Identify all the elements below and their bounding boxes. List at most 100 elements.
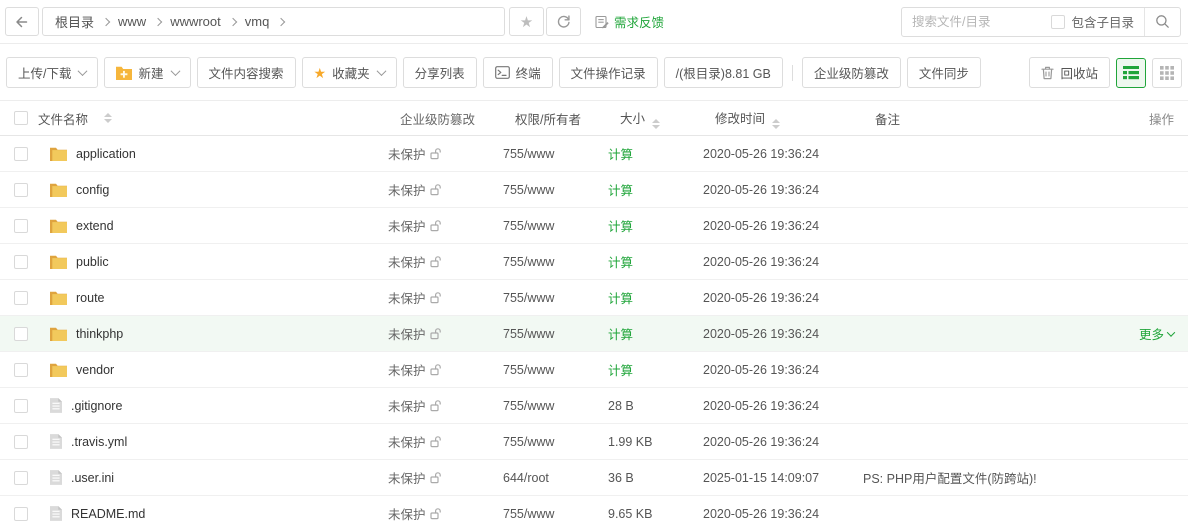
select-all-checkbox[interactable] <box>14 111 28 125</box>
tamper-status: 未保护 <box>388 508 426 522</box>
content-search-button[interactable]: 文件内容搜索 <box>196 57 296 88</box>
perm-owner: 755/www <box>503 146 555 161</box>
table-row[interactable]: public 未保护 755/www 计算 2020-05-26 19:36:2… <box>0 244 1188 280</box>
chevron-down-icon <box>376 66 387 77</box>
file-ops-log-button[interactable]: 文件操作记录 <box>558 57 658 88</box>
new-folder-icon <box>116 66 133 80</box>
file-name[interactable]: .user.ini <box>71 471 114 485</box>
row-checkbox[interactable] <box>14 362 28 377</box>
perm-owner: 755/www <box>503 218 555 233</box>
table-row[interactable]: .travis.yml 未保护 755/www 1.99 KB 2020-05-… <box>0 424 1188 460</box>
favorites-button[interactable]: ★ 收藏夹 <box>301 57 397 88</box>
header-tamper: 企业级防篡改 <box>400 112 476 127</box>
table-header-row: 文件名称 企业级防篡改 权限/所有者 大小 修改时间 备注 操作 <box>0 100 1188 136</box>
mtime-value: 2020-05-26 19:36:24 <box>703 362 820 377</box>
terminal-button[interactable]: 终端 <box>482 57 553 88</box>
file-name[interactable]: vendor <box>76 363 114 377</box>
table-row[interactable]: .gitignore 未保护 755/www 28 B 2020-05-26 1… <box>0 388 1188 424</box>
file-table-body: application 未保护 755/www 计算 2020-05-26 19… <box>0 136 1188 530</box>
search-button[interactable] <box>1144 7 1180 36</box>
refresh-icon <box>556 14 571 29</box>
refresh-button[interactable] <box>546 7 581 36</box>
sort-size-control[interactable] <box>652 118 661 129</box>
unlock-icon <box>429 435 442 448</box>
row-checkbox[interactable] <box>14 506 28 521</box>
grid-view-button[interactable] <box>1152 57 1182 88</box>
disk-usage-button[interactable]: /(根目录)8.81 GB <box>663 57 783 88</box>
mtime-value: 2020-05-26 19:36:24 <box>703 326 820 341</box>
mtime-value: 2020-05-26 19:36:24 <box>703 254 820 269</box>
file-name[interactable]: .travis.yml <box>71 435 127 449</box>
table-row[interactable]: README.md 未保护 755/www 9.65 KB 2020-05-26… <box>0 496 1188 530</box>
file-name[interactable]: thinkphp <box>76 327 123 341</box>
header-perm-owner: 权限/所有者 <box>515 112 581 127</box>
file-sync-label: 文件同步 <box>918 67 969 81</box>
file-ops-log-label: 文件操作记录 <box>570 67 646 81</box>
file-name[interactable]: public <box>76 255 109 269</box>
file-name[interactable]: application <box>76 147 136 161</box>
file-name[interactable]: README.md <box>71 507 145 521</box>
row-checkbox[interactable] <box>14 326 28 341</box>
size-value: 计算 <box>608 256 634 270</box>
new-button[interactable]: 新建 <box>104 57 191 88</box>
table-row[interactable]: route 未保护 755/www 计算 2020-05-26 19:36:24 <box>0 280 1188 316</box>
mtime-value: 2020-05-26 19:36:24 <box>703 218 820 233</box>
size-value: 计算 <box>608 328 634 342</box>
breadcrumb-item[interactable]: www <box>118 14 146 29</box>
search-input[interactable] <box>902 14 1052 29</box>
perm-owner: 644/root <box>503 470 549 485</box>
breadcrumb-item[interactable]: vmq <box>245 14 270 29</box>
chevron-right-icon <box>228 17 238 26</box>
file-name[interactable]: config <box>76 183 109 197</box>
sort-mtime-control[interactable] <box>772 118 781 129</box>
perm-owner: 755/www <box>503 506 555 521</box>
grid-view-icon <box>1160 65 1174 80</box>
recycle-bin-label: 回收站 <box>1060 67 1098 81</box>
upload-download-button[interactable]: 上传/下载 <box>6 57 99 88</box>
perm-owner: 755/www <box>503 362 555 377</box>
list-view-button[interactable] <box>1116 57 1146 88</box>
include-subdir-checkbox[interactable] <box>1051 14 1066 29</box>
table-row[interactable]: config 未保护 755/www 计算 2020-05-26 19:36:2… <box>0 172 1188 208</box>
table-row[interactable]: thinkphp 未保护 755/www 计算 2020-05-26 19:36… <box>0 316 1188 352</box>
tamper-status: 未保护 <box>388 472 426 486</box>
row-checkbox[interactable] <box>14 182 28 197</box>
folder-icon <box>50 327 67 341</box>
search-icon <box>1155 14 1170 29</box>
row-checkbox[interactable] <box>14 218 28 233</box>
file-name[interactable]: extend <box>76 219 114 233</box>
unlock-icon <box>429 219 442 232</box>
chevron-down-icon <box>1166 327 1176 337</box>
share-list-button[interactable]: 分享列表 <box>402 57 477 88</box>
recycle-bin-button[interactable]: 回收站 <box>1029 57 1110 88</box>
perm-owner: 755/www <box>503 290 555 305</box>
row-checkbox[interactable] <box>14 146 28 161</box>
table-row[interactable]: .user.ini 未保护 644/root 36 B 2025-01-15 1… <box>0 460 1188 496</box>
row-checkbox[interactable] <box>14 470 28 485</box>
breadcrumb-item[interactable]: 根目录 <box>55 12 94 31</box>
feedback-link[interactable]: 需求反馈 <box>595 12 664 31</box>
new-label: 新建 <box>138 67 164 81</box>
list-view-icon <box>1123 65 1139 80</box>
file-name[interactable]: route <box>76 291 105 305</box>
more-link[interactable]: 更多 <box>1139 324 1164 343</box>
file-name[interactable]: .gitignore <box>71 399 122 413</box>
row-checkbox[interactable] <box>14 290 28 305</box>
favorite-path-button[interactable]: ★ <box>509 7 544 36</box>
sort-name-control[interactable] <box>104 113 113 123</box>
table-row[interactable]: vendor 未保护 755/www 计算 2020-05-26 19:36:2… <box>0 352 1188 388</box>
row-checkbox[interactable] <box>14 434 28 449</box>
row-checkbox[interactable] <box>14 254 28 269</box>
row-checkbox[interactable] <box>14 398 28 413</box>
tamper-proof-button[interactable]: 企业级防篡改 <box>801 57 901 88</box>
size-value: 计算 <box>608 292 634 306</box>
file-sync-button[interactable]: 文件同步 <box>906 57 981 88</box>
unlock-icon <box>429 399 442 412</box>
breadcrumb-item[interactable]: wwwroot <box>170 14 221 29</box>
tamper-status: 未保护 <box>388 220 426 234</box>
table-row[interactable]: application 未保护 755/www 计算 2020-05-26 19… <box>0 136 1188 172</box>
chevron-down-icon <box>78 66 88 77</box>
mtime-value: 2020-05-26 19:36:24 <box>703 398 820 413</box>
back-button[interactable] <box>5 7 39 36</box>
table-row[interactable]: extend 未保护 755/www 计算 2020-05-26 19:36:2… <box>0 208 1188 244</box>
